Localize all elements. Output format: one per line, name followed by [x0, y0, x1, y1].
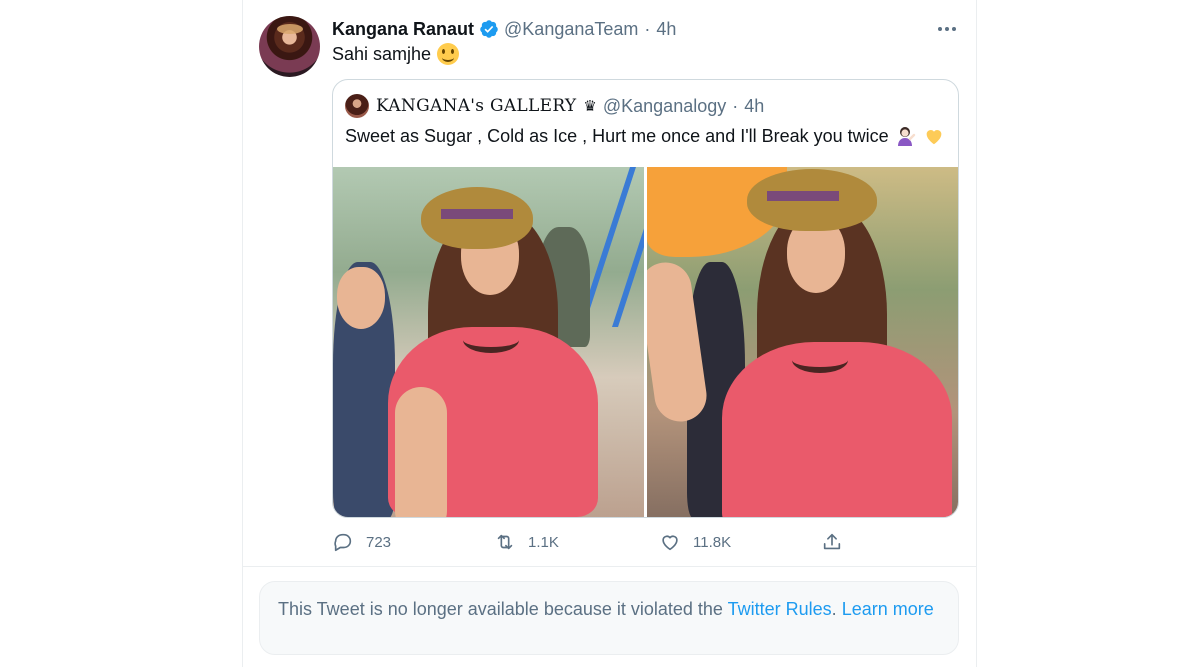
- heart-icon: [662, 535, 678, 551]
- photo[interactable]: [647, 167, 958, 517]
- avatar: [345, 94, 369, 118]
- verified-badge-icon: [479, 19, 499, 39]
- tweet[interactable]: Kangana Ranaut @KanganaTeam · 4h Sahi sa…: [243, 0, 976, 567]
- unavailable-tweet-notice: This Tweet is no longer available becaus…: [259, 581, 959, 655]
- timeline-column: Kangana Ranaut @KanganaTeam · 4h Sahi sa…: [242, 0, 977, 667]
- slightly-smiling-face-icon: [437, 43, 460, 65]
- tweet-actions: 723 1.1K 11.8K: [332, 530, 959, 554]
- author-handle[interactable]: @KanganaTeam: [504, 19, 638, 40]
- photo[interactable]: [333, 167, 644, 517]
- learn-more-link[interactable]: Learn more: [842, 599, 934, 619]
- separator: ·: [732, 95, 739, 116]
- background-face: [337, 267, 385, 329]
- more-horizontal-icon[interactable]: [936, 18, 958, 40]
- share-button[interactable]: [821, 530, 843, 554]
- necklace: [792, 347, 848, 373]
- woman-tipping-hand-icon: [895, 125, 917, 147]
- quoted-tweet-header: KANGANA's GALLERY ♛ @Kanganalogy · 4h: [345, 94, 764, 118]
- tweet-text: Sahi samjhe: [332, 43, 460, 65]
- quoted-author-handle: @Kanganalogy: [602, 95, 727, 116]
- twitter-rules-link[interactable]: Twitter Rules: [728, 599, 832, 619]
- separator: ·: [644, 18, 651, 39]
- quoted-tweet-text-body: Sweet as Sugar , Cold as Ice , Hurt me o…: [345, 125, 889, 146]
- reply-icon: [334, 533, 352, 552]
- like-count: 11.8K: [693, 533, 732, 551]
- retweet-icon: [497, 534, 513, 550]
- avatar[interactable]: [259, 16, 320, 77]
- necklace: [463, 327, 519, 353]
- quoted-timestamp: 4h: [744, 95, 765, 116]
- hat: [421, 187, 533, 249]
- tweet-header: Kangana Ranaut @KanganaTeam · 4h: [332, 17, 676, 41]
- notice-period: .: [831, 599, 837, 619]
- notice-text: This Tweet is no longer available becaus…: [278, 599, 728, 619]
- reply-button[interactable]: 723: [332, 530, 391, 554]
- arm: [395, 387, 447, 517]
- tweet-text-body: Sahi samjhe: [332, 43, 432, 64]
- crown-icon: ♛: [583, 98, 597, 115]
- quoted-tweet[interactable]: KANGANA's GALLERY ♛ @Kanganalogy · 4h Sw…: [332, 79, 959, 518]
- share-icon: [823, 533, 841, 550]
- retweet-button[interactable]: 1.1K: [494, 530, 559, 554]
- quoted-tweet-text: Sweet as Sugar , Cold as Ice , Hurt me o…: [345, 125, 945, 147]
- author-name[interactable]: Kangana Ranaut: [332, 19, 474, 40]
- hat: [747, 169, 877, 231]
- retweet-count: 1.1K: [528, 533, 559, 551]
- reply-count: 723: [366, 533, 392, 551]
- media-grid: [333, 167, 958, 517]
- timestamp[interactable]: 4h: [656, 19, 676, 40]
- yellow-heart-icon: [923, 125, 945, 147]
- quoted-author-name: KANGANA's GALLERY: [376, 96, 577, 116]
- like-button[interactable]: 11.8K: [659, 530, 731, 554]
